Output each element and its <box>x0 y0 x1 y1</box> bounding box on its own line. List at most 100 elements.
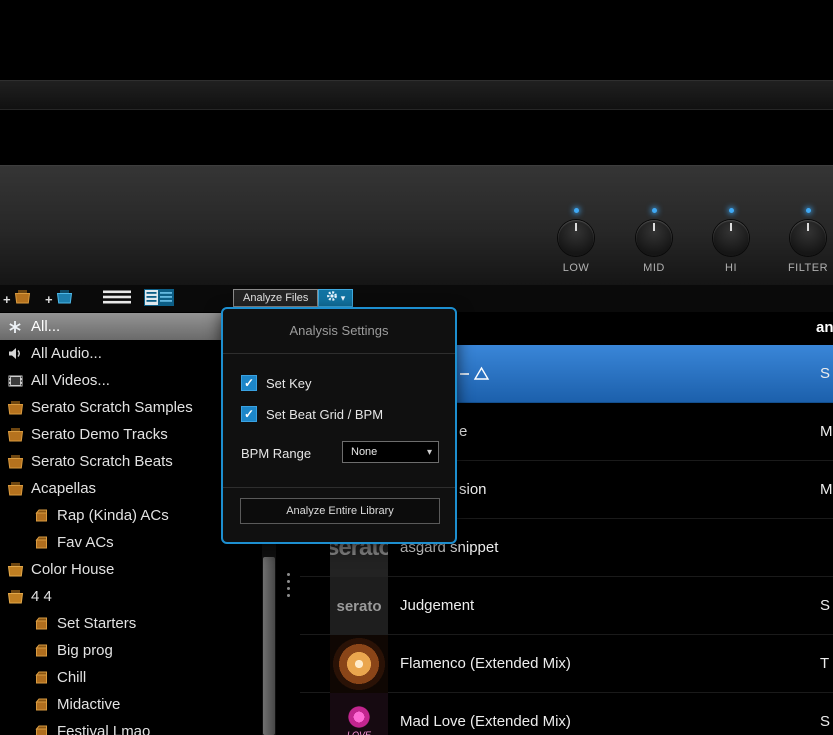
crate-icon <box>4 400 26 415</box>
sidebar-item-serato-scratch-beats[interactable]: Serato Scratch Beats <box>0 448 221 475</box>
crate-sidebar: All... All Audio... All Videos... Serato… <box>0 312 221 735</box>
sidebar-item-all-audio[interactable]: All Audio... <box>0 340 221 367</box>
divider <box>223 487 455 488</box>
sidebar-item-label: Chill <box>57 669 87 686</box>
mid-led-icon <box>651 208 657 213</box>
mid-knob-label: MID <box>643 262 665 274</box>
track-cell-fragment: M <box>820 481 833 498</box>
track-title-fragment: sion <box>459 481 487 498</box>
album-art: LOVE <box>330 693 388 735</box>
smart-crate-icon <box>56 289 73 309</box>
sidebar-item-chill[interactable]: Chill <box>0 664 221 691</box>
filter-knob[interactable] <box>790 220 826 256</box>
sidebar-item-set-starters[interactable]: Set Starters <box>0 610 221 637</box>
crate-icon <box>4 481 26 496</box>
sidebar-item-serato-scratch-samples[interactable]: Serato Scratch Samples <box>0 394 221 421</box>
sidebar-item-label: Fav ACs <box>57 534 114 551</box>
sidebar-item-color-house[interactable]: Color House <box>0 556 221 583</box>
divider <box>223 353 455 354</box>
popup-title: Analysis Settings <box>289 323 389 338</box>
sidebar-item-label: All... <box>31 318 61 335</box>
track-title: Flamenco (Extended Mix) <box>400 655 571 672</box>
crate-icon <box>4 562 26 577</box>
deck-divider-strip <box>0 80 833 110</box>
sidebar-item-big-prog[interactable]: Big prog <box>0 637 221 664</box>
low-eq-knob[interactable] <box>558 220 594 256</box>
checkbox-checked-icon[interactable] <box>241 406 257 422</box>
sidebar-item-midactive[interactable]: Midactive <box>0 691 221 718</box>
set-key-checkbox-row[interactable]: Set Key <box>241 375 312 391</box>
crate-icon <box>14 289 31 309</box>
set-beatgrid-checkbox-row[interactable]: Set Beat Grid / BPM <box>241 406 383 422</box>
track-title-fragment: e <box>459 423 468 440</box>
analyze-entire-library-button[interactable]: Analyze Entire Library <box>240 498 440 524</box>
files-list-view-icon[interactable] <box>103 289 131 305</box>
bpm-range-value: None <box>351 446 378 458</box>
track-row[interactable]: Flamenco (Extended Mix) T <box>300 635 833 693</box>
sidebar-scrollbar-thumb[interactable] <box>263 557 275 735</box>
column-header-fragment[interactable]: an <box>816 319 833 336</box>
sidebar-item-rap-kinda-acs[interactable]: Rap (Kinda) ACs <box>0 502 221 529</box>
track-cell-fragment: S <box>820 713 831 730</box>
analyze-files-button[interactable]: Analyze Files <box>233 289 319 307</box>
track-row[interactable]: serato Judgement S <box>300 577 833 635</box>
sidebar-item-label: Rap (Kinda) ACs <box>57 507 169 524</box>
sidebar-item-label: Serato Scratch Samples <box>31 399 193 416</box>
mid-eq-knob[interactable] <box>636 220 672 256</box>
album-art <box>330 635 388 693</box>
columns-view-icon[interactable] <box>144 289 174 306</box>
low-knob-label: LOW <box>562 262 590 274</box>
sidebar-item-fav-acs[interactable]: Fav ACs <box>0 529 221 556</box>
sidebar-item-4-4[interactable]: 4 4 <box>0 583 221 610</box>
sidebar-item-label: All Audio... <box>31 345 102 362</box>
sidebar-item-label: 4 4 <box>31 588 52 605</box>
hi-knob-label: HI <box>725 262 737 274</box>
add-smart-crate-button[interactable]: + <box>45 289 73 309</box>
crate-icon <box>4 454 26 469</box>
plus-icon: + <box>45 291 53 307</box>
subcrate-icon <box>30 698 52 711</box>
library-panel: + + Analyze Files ▾ All... All Audio... … <box>0 285 833 735</box>
checkbox-checked-icon[interactable] <box>241 375 257 391</box>
sidebar-item-label: Set Starters <box>57 615 137 632</box>
sidebar-item-label: Festival Lmao <box>57 723 151 735</box>
serato-app-window: LOW MID HI FILTER + + Analyze Files ▾ Al… <box>0 0 833 735</box>
subcrate-icon <box>30 617 52 630</box>
track-cell-fragment: T <box>820 655 830 672</box>
all-library-icon <box>4 320 26 334</box>
sidebar-item-serato-demo-tracks[interactable]: Serato Demo Tracks <box>0 421 221 448</box>
subcrate-icon <box>30 725 52 735</box>
low-eq-knob-unit: LOW <box>544 208 608 274</box>
sidebar-item-label: Color House <box>31 561 115 578</box>
sidebar-item-label: Big prog <box>57 642 113 659</box>
set-key-label: Set Key <box>266 375 312 391</box>
low-led-icon <box>573 208 579 213</box>
track-title: Mad Love (Extended Mix) <box>400 713 571 730</box>
sidebar-item-label: All Videos... <box>31 372 110 389</box>
track-cell-fragment: S <box>820 365 831 382</box>
bpm-range-label: BPM Range <box>241 446 312 461</box>
hi-eq-knob[interactable] <box>713 220 749 256</box>
track-title: Judgement <box>400 597 475 614</box>
analysis-settings-gear-button[interactable]: ▾ <box>318 289 353 307</box>
sidebar-item-festival-lmao[interactable]: Festival Lmao <box>0 718 221 735</box>
crate-icon <box>4 589 26 604</box>
subcrate-icon <box>30 536 52 549</box>
sidebar-item-label: Acapellas <box>31 480 97 497</box>
bpm-range-dropdown[interactable]: None <box>342 441 439 463</box>
sidebar-item-acapellas[interactable]: Acapellas <box>0 475 221 502</box>
sidebar-item-all-videos[interactable]: All Videos... <box>0 367 221 394</box>
sidebar-item-label: Serato Scratch Beats <box>31 453 173 470</box>
sidebar-item-label: Midactive <box>57 696 121 713</box>
mid-eq-knob-unit: MID <box>622 208 686 274</box>
plus-icon: + <box>3 291 11 307</box>
track-row[interactable]: LOVE Mad Love (Extended Mix) S <box>300 693 833 735</box>
panel-resize-grip[interactable] <box>285 573 291 601</box>
subcrate-icon <box>30 644 52 657</box>
gear-icon <box>326 289 338 307</box>
sidebar-item-all[interactable]: All... <box>0 313 221 340</box>
mixer-panel: LOW MID HI FILTER <box>0 165 833 285</box>
add-crate-button[interactable]: + <box>3 289 31 309</box>
hi-led-icon <box>728 208 734 213</box>
filter-knob-label: FILTER <box>787 262 829 274</box>
